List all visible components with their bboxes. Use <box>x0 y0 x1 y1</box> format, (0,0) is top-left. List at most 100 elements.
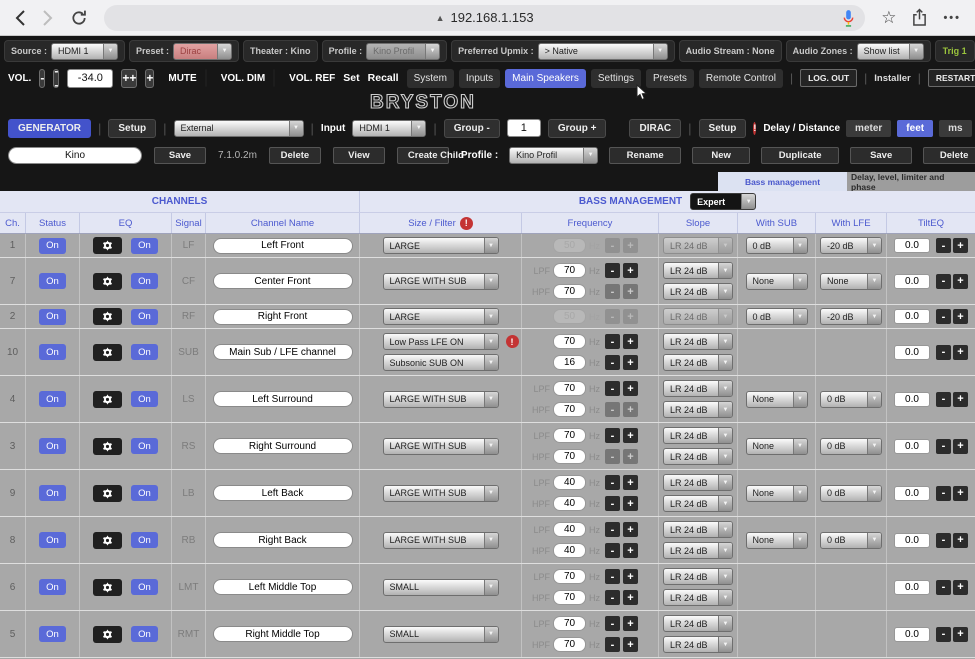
theater-view-button[interactable]: View <box>333 147 385 164</box>
generator-setup-button[interactable]: Setup <box>108 119 156 138</box>
eq-gear-button[interactable] <box>93 308 122 325</box>
status-on-button[interactable]: On <box>39 438 66 454</box>
installer-button[interactable]: Installer <box>874 73 910 84</box>
tilteq-decrement-button[interactable]: - <box>936 309 951 324</box>
vol-dim-on[interactable]: ON <box>274 70 275 86</box>
frequency-increment-button[interactable]: + <box>623 428 638 443</box>
tilteq-increment-button[interactable]: + <box>953 533 968 548</box>
nav-tab-system[interactable]: System <box>407 69 454 88</box>
volume-up-button[interactable]: + <box>145 69 154 88</box>
frequency-decrement-button[interactable]: - <box>605 334 620 349</box>
size-filter-select[interactable]: LARGE WITH SUB▼ <box>383 532 499 549</box>
with-sub-select[interactable]: None▼ <box>746 438 808 455</box>
size-filter-select[interactable]: LARGE WITH SUB▼ <box>383 485 499 502</box>
tab-bass-management[interactable]: Bass management <box>718 172 847 191</box>
frequency-input[interactable] <box>553 334 586 349</box>
channel-name-input[interactable] <box>213 438 353 454</box>
slope-select[interactable]: LR 24 dB▼ <box>663 495 733 512</box>
frequency-input[interactable] <box>553 309 586 324</box>
frequency-decrement-button[interactable]: - <box>605 590 620 605</box>
frequency-input[interactable] <box>553 238 586 253</box>
profile-new-button[interactable]: New <box>692 147 750 164</box>
theater-delete-button[interactable]: Delete <box>269 147 321 164</box>
mute-toggle[interactable]: ON OFF <box>205 69 207 87</box>
tilteq-increment-button[interactable]: + <box>953 627 968 642</box>
volume-down-fast-button[interactable]: -- <box>53 69 59 88</box>
size-filter-select[interactable]: LARGE WITH SUB▼ <box>383 391 499 408</box>
slope-select[interactable]: LR 24 dB▼ <box>663 354 733 371</box>
tab-delay-level-limiter-phase[interactable]: Delay, level, limiter and phase <box>847 172 975 191</box>
slope-select[interactable]: LR 24 dB▼ <box>663 589 733 606</box>
vol-ref-recall-button[interactable]: Recall <box>368 72 399 84</box>
tilteq-decrement-button[interactable]: - <box>936 238 951 253</box>
frequency-increment-button[interactable]: + <box>623 334 638 349</box>
profile-rename-button[interactable]: Rename <box>609 147 681 164</box>
unit-feet-button[interactable]: feet <box>897 120 933 137</box>
frequency-decrement-button[interactable]: - <box>605 284 620 299</box>
tilteq-input[interactable] <box>894 627 930 642</box>
preset-select[interactable]: Dirac▼ <box>173 43 232 60</box>
size-filter-select[interactable]: SMALL▼ <box>383 626 499 643</box>
eq-gear-button[interactable] <box>93 532 122 549</box>
tilteq-decrement-button[interactable]: - <box>936 486 951 501</box>
source-select[interactable]: HDMI 1▼ <box>51 43 118 60</box>
status-on-button[interactable]: On <box>39 391 66 407</box>
frequency-input[interactable] <box>553 569 586 584</box>
with-sub-select[interactable]: 0 dB▼ <box>746 237 808 254</box>
mute-on[interactable]: ON <box>206 70 207 86</box>
slope-select[interactable]: LR 24 dB▼ <box>663 521 733 538</box>
eq-on-button[interactable]: On <box>131 344 158 360</box>
slope-select[interactable]: LR 24 dB▼ <box>663 542 733 559</box>
tilteq-input[interactable] <box>894 274 930 289</box>
frequency-decrement-button[interactable]: - <box>605 616 620 631</box>
eq-on-button[interactable]: On <box>131 579 158 595</box>
tilteq-input[interactable] <box>894 238 930 253</box>
frequency-increment-button[interactable]: + <box>623 449 638 464</box>
frequency-increment-button[interactable]: + <box>623 522 638 537</box>
back-icon[interactable] <box>14 9 26 27</box>
status-on-button[interactable]: On <box>39 485 66 501</box>
vol-ref-set-button[interactable]: Set <box>343 72 359 84</box>
frequency-input[interactable] <box>553 543 586 558</box>
vol-dim-toggle[interactable]: ON OFF <box>273 69 275 87</box>
frequency-input[interactable] <box>553 637 586 652</box>
eq-on-button[interactable]: On <box>131 438 158 454</box>
tilteq-increment-button[interactable]: + <box>953 486 968 501</box>
frequency-increment-button[interactable]: + <box>623 616 638 631</box>
generator-signal-select[interactable]: External▼ <box>174 120 304 137</box>
tilteq-input[interactable] <box>894 439 930 454</box>
eq-gear-button[interactable] <box>93 579 122 596</box>
size-filter-select[interactable]: LARGE WITH SUB▼ <box>383 273 499 290</box>
frequency-decrement-button[interactable]: - <box>605 543 620 558</box>
slope-select[interactable]: LR 24 dB▼ <box>663 401 733 418</box>
nav-tab-presets[interactable]: Presets <box>646 69 694 88</box>
restart-system-button[interactable]: RESTART <box>928 69 975 87</box>
tilteq-increment-button[interactable]: + <box>953 580 968 595</box>
with-lfe-select[interactable]: 0 dB▼ <box>820 485 882 502</box>
trig1-button[interactable]: Trig 1 <box>935 40 975 62</box>
forward-icon[interactable] <box>42 9 54 27</box>
eq-on-button[interactable]: On <box>131 626 158 642</box>
frequency-decrement-button[interactable]: - <box>605 238 620 253</box>
with-sub-select[interactable]: None▼ <box>746 532 808 549</box>
frequency-increment-button[interactable]: + <box>623 263 638 278</box>
with-lfe-select[interactable]: None▼ <box>820 273 882 290</box>
frequency-decrement-button[interactable]: - <box>605 355 620 370</box>
tilteq-input[interactable] <box>894 486 930 501</box>
frequency-input[interactable] <box>553 263 586 278</box>
bookmark-star-icon[interactable]: ☆ <box>881 8 896 28</box>
frequency-increment-button[interactable]: + <box>623 402 638 417</box>
status-on-button[interactable]: On <box>39 532 66 548</box>
tilteq-decrement-button[interactable]: - <box>936 345 951 360</box>
unit-meter-button[interactable]: meter <box>846 120 891 137</box>
expert-mode-select[interactable]: Expert▼ <box>690 193 756 210</box>
size-filter-select[interactable]: LARGE WITH SUB▼ <box>383 438 499 455</box>
slope-select[interactable]: LR 24 dB▼ <box>663 237 733 254</box>
slope-select[interactable]: LR 24 dB▼ <box>663 427 733 444</box>
with-sub-select[interactable]: None▼ <box>746 391 808 408</box>
slope-select[interactable]: LR 24 dB▼ <box>663 283 733 300</box>
channel-name-input[interactable] <box>213 626 353 642</box>
frequency-decrement-button[interactable]: - <box>605 496 620 511</box>
frequency-increment-button[interactable]: + <box>623 284 638 299</box>
profile-select-2[interactable]: Kino Profil▼ <box>509 147 598 164</box>
